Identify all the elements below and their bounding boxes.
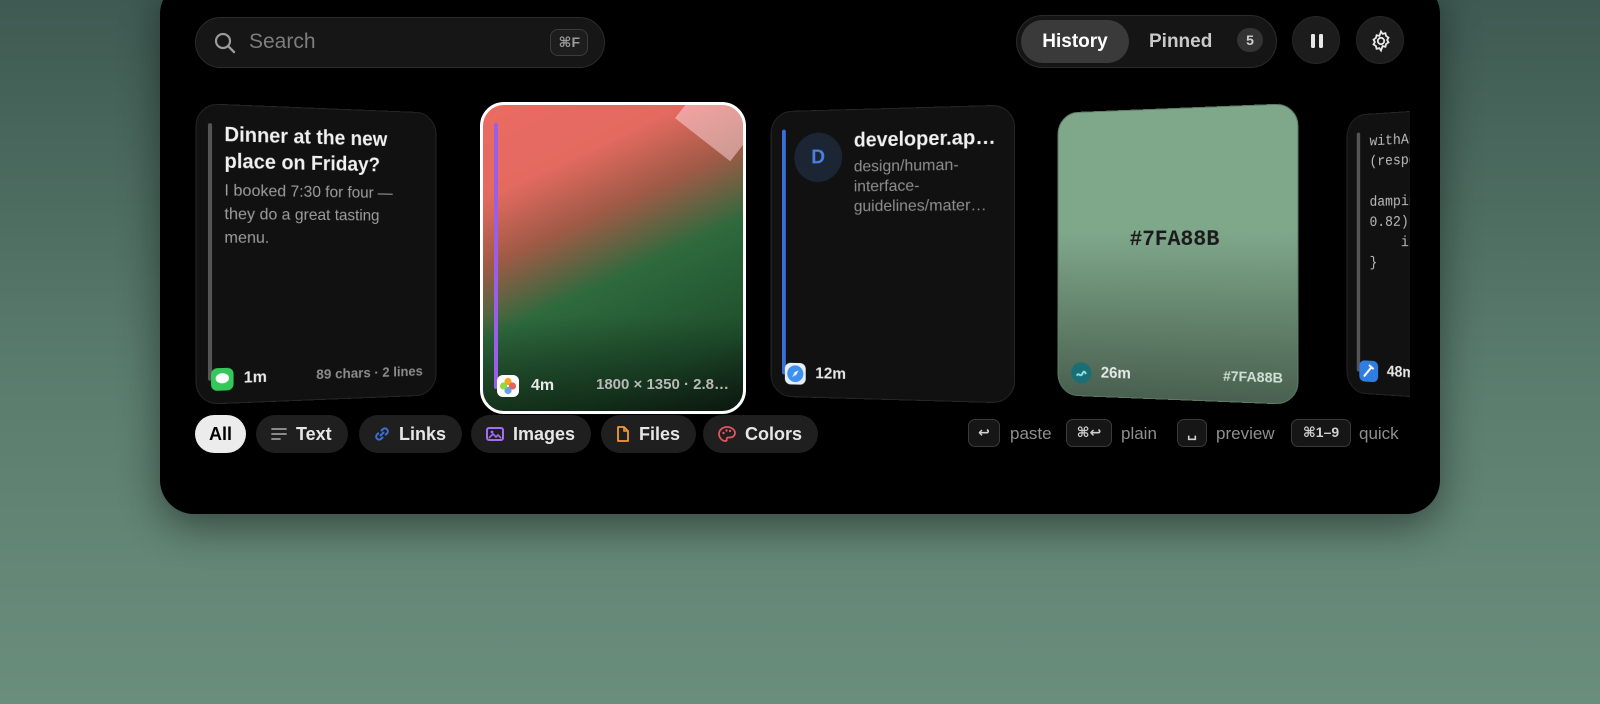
hint-label-paste: paste: [1010, 424, 1052, 443]
card-meta: #7FA88B: [1223, 367, 1283, 386]
image-icon: [486, 427, 504, 441]
tab-history[interactable]: History: [1021, 20, 1129, 63]
pinned-count-badge: 5: [1237, 28, 1263, 52]
messages-icon: [211, 367, 234, 392]
filter-colors[interactable]: Colors: [703, 415, 819, 453]
type-indicator-bar: [207, 123, 213, 381]
clip-card-link[interactable]: D developer.ap… design/human-interface-g…: [770, 104, 1016, 404]
document-icon: [617, 426, 629, 442]
card-title: developer.ap…: [853, 126, 996, 152]
filter-images[interactable]: Images: [471, 415, 592, 453]
card-age: 4m: [531, 377, 555, 394]
hint-key-quick: ⌘1–9: [1291, 419, 1351, 447]
search-input[interactable]: Search: [249, 30, 316, 54]
hint-label-preview: preview: [1216, 424, 1275, 443]
view-tabs: History Pinned 5: [1016, 15, 1277, 68]
card-body: I booked 7:30 for four — they do a great…: [224, 182, 393, 247]
color-picker-icon: [1071, 361, 1092, 384]
site-avatar: D: [794, 132, 843, 183]
filter-text[interactable]: Text: [256, 415, 348, 453]
clipboard-panel: Search ⌘F History Pinned 5 Dinner at the…: [160, 0, 1440, 514]
filter-files[interactable]: Files: [601, 415, 697, 453]
filter-links[interactable]: Links: [359, 415, 463, 453]
gear-icon: [1372, 29, 1390, 53]
filter-label: Text: [296, 424, 332, 444]
palette-icon: [718, 426, 736, 442]
tab-pinned[interactable]: Pinned: [1149, 20, 1212, 63]
pause-icon: [1311, 34, 1323, 48]
filter-label: All: [209, 424, 233, 444]
filter-label: Files: [639, 424, 681, 444]
search-shortcut-key: ⌘F: [550, 29, 588, 56]
hint-key-plain: ⌘↩: [1066, 419, 1112, 447]
clip-card-color[interactable]: #7FA88B 26m #7FA88B: [1057, 102, 1299, 406]
card-age: 1m: [243, 368, 267, 387]
filter-label: Links: [399, 424, 447, 444]
type-indicator-bar: [782, 129, 786, 375]
card-title: Dinner at the new place on Friday?: [224, 123, 388, 177]
clip-card-text[interactable]: Dinner at the new place on Friday? I boo…: [195, 102, 437, 406]
type-indicator-bar: [494, 123, 498, 389]
card-age: 26m: [1100, 364, 1131, 383]
color-hex-preview: #7FA88B: [1129, 226, 1220, 253]
pause-button[interactable]: [1292, 16, 1340, 64]
filter-label: Images: [513, 424, 576, 444]
hint-label-quick: quick: [1359, 424, 1399, 443]
image-corner: [675, 105, 743, 162]
card-meta: 1800 × 1350 · 2.8…: [595, 376, 729, 393]
search-icon: [214, 32, 236, 54]
search-field[interactable]: Search ⌘F: [195, 17, 605, 68]
image-shade: [483, 316, 743, 411]
xcode-icon: [1359, 360, 1379, 383]
hint-label-plain: plain: [1121, 424, 1157, 443]
card-age: 12m: [815, 365, 847, 383]
hint-key-paste: ↩: [968, 419, 1000, 447]
safari-icon: [784, 362, 806, 385]
clip-card-image[interactable]: 4m 1800 × 1350 · 2.8…: [480, 102, 746, 414]
photos-icon: [497, 375, 519, 397]
filter-all[interactable]: All: [195, 415, 247, 453]
type-indicator-bar: [1356, 132, 1361, 372]
link-icon: [375, 427, 389, 441]
card-meta: 89 chars · 2 lines: [316, 362, 423, 383]
card-url: design/human-interface-guidelines/mater…: [853, 156, 987, 216]
panel-edge-mask: [1410, 80, 1440, 400]
hint-key-preview: ␣: [1177, 419, 1207, 447]
text-lines-icon: [271, 428, 287, 440]
settings-button[interactable]: [1356, 16, 1404, 64]
filter-label: Colors: [745, 424, 803, 444]
